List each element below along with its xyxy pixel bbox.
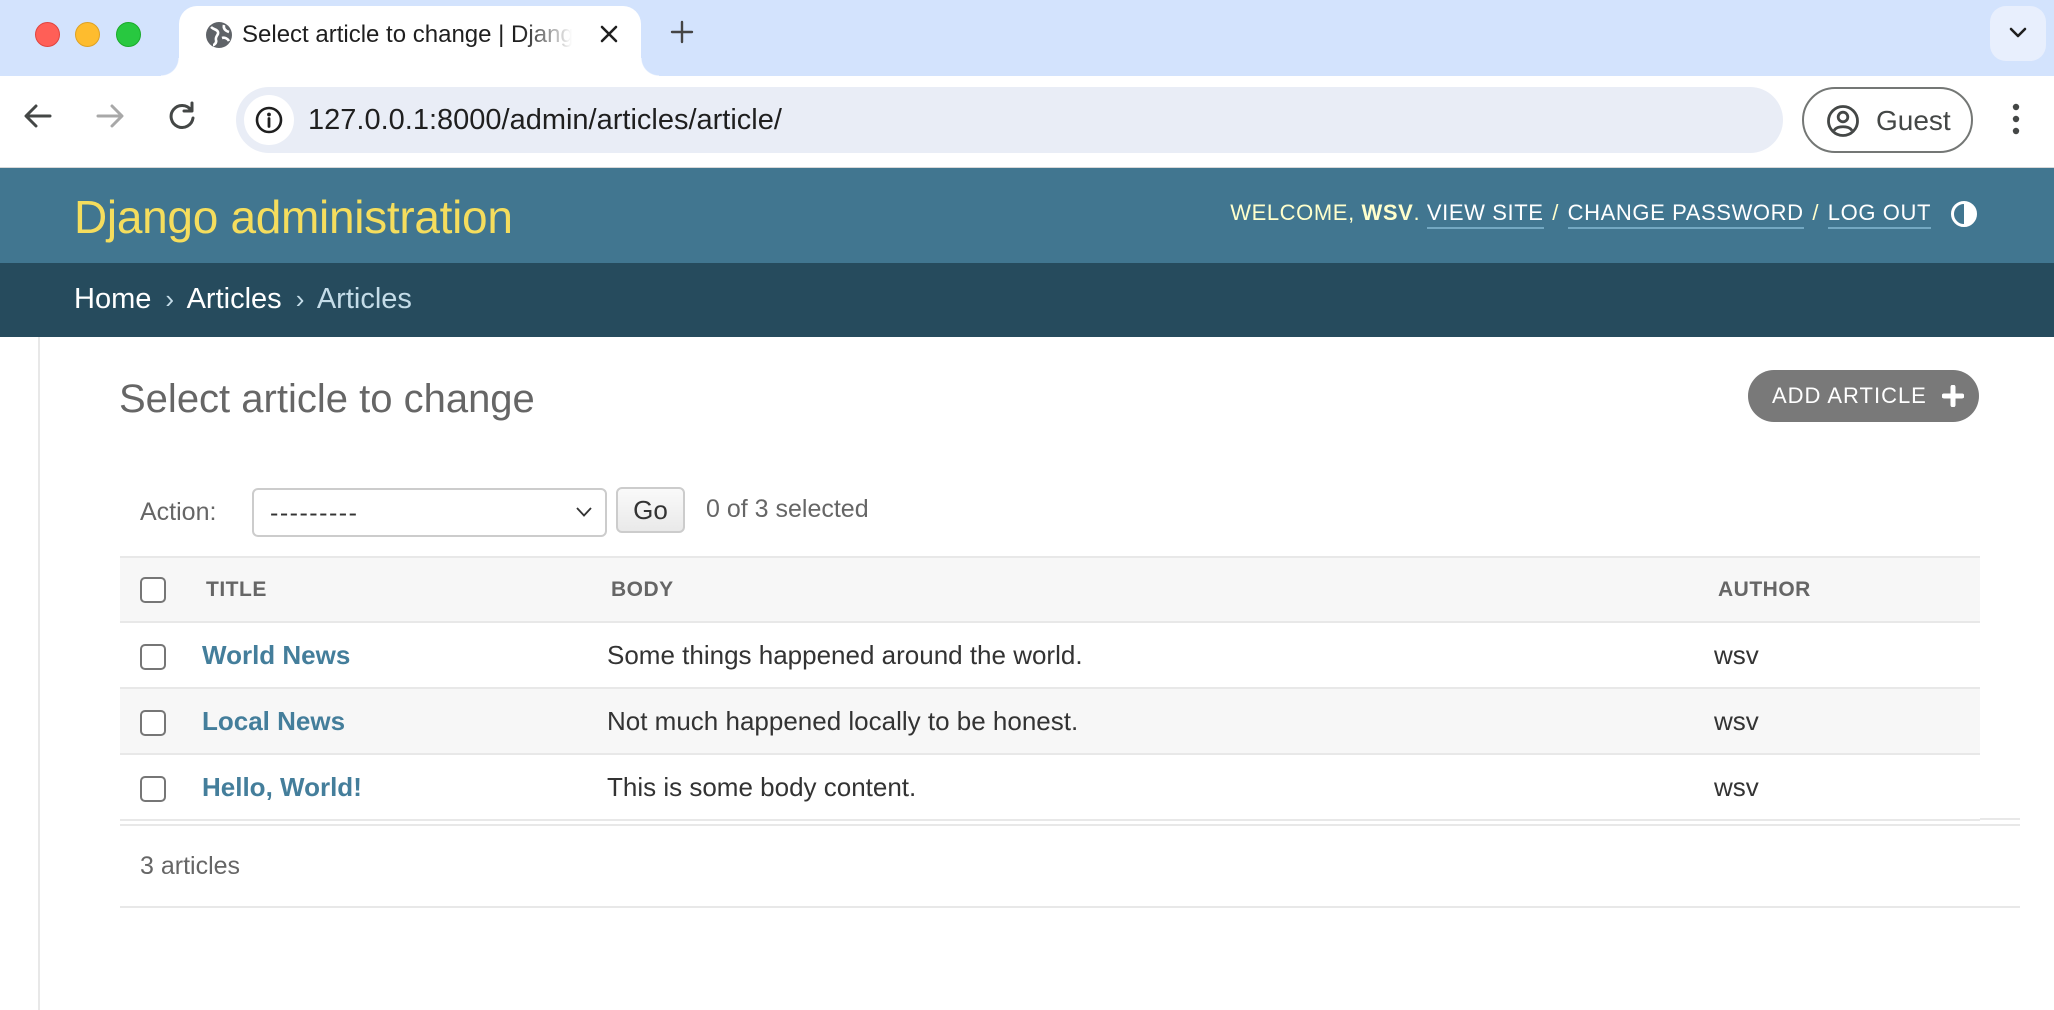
page-title: Select article to change xyxy=(119,377,535,421)
breadcrumb-app-articles[interactable]: Articles xyxy=(187,283,282,315)
browser-menu-button[interactable] xyxy=(2000,96,2032,146)
article-title-link[interactable]: World News xyxy=(202,640,350,670)
column-header-title[interactable]: Title xyxy=(202,556,607,623)
info-icon xyxy=(255,106,283,134)
kebab-menu-icon xyxy=(2012,103,2020,135)
article-author: wsv xyxy=(1714,622,1980,689)
breadcrumb-separator: › xyxy=(165,284,175,314)
separator: / xyxy=(1812,200,1820,225)
table-row: Local News Not much happened locally to … xyxy=(120,688,1980,755)
tab-search-button[interactable] xyxy=(1990,6,2046,61)
close-tab-button[interactable] xyxy=(593,18,625,50)
article-author: wsv xyxy=(1714,754,1980,821)
select-all-checkbox[interactable] xyxy=(140,576,166,603)
column-header-author[interactable]: Author xyxy=(1714,556,1980,623)
plus-icon xyxy=(670,20,694,44)
profile-button[interactable]: Guest xyxy=(1802,87,1973,153)
half-circle-contrast-icon xyxy=(1951,201,1977,227)
change-password-link[interactable]: Change password xyxy=(1567,200,1804,229)
username: wsv xyxy=(1361,200,1414,225)
forward-button[interactable] xyxy=(90,96,130,136)
table-divider xyxy=(1980,818,2020,820)
breadcrumb-current: Articles xyxy=(316,283,412,315)
user-tools: Welcome, wsv. View site / Change passwor… xyxy=(1230,200,1931,229)
breadcrumb-separator: › xyxy=(295,284,305,314)
result-count: 3 articles xyxy=(140,852,241,880)
article-body: Some things happened around the world. xyxy=(607,622,1714,689)
paginator: 3 articles xyxy=(120,824,2020,908)
back-button[interactable] xyxy=(18,96,58,136)
row-checkbox[interactable] xyxy=(140,709,166,736)
article-body: Not much happened locally to be honest. xyxy=(607,688,1714,755)
row-checkbox[interactable] xyxy=(140,643,166,670)
action-label: Action: xyxy=(140,498,217,526)
article-title-link[interactable]: Local News xyxy=(202,706,345,736)
plus-icon xyxy=(1942,385,1964,407)
globe-icon xyxy=(205,21,233,49)
sidebar-toggle-rail[interactable] xyxy=(38,337,40,1010)
article-author: wsv xyxy=(1714,688,1980,755)
reload-icon xyxy=(169,101,195,129)
browser-tab-active[interactable]: Select article to change | Django site a… xyxy=(161,6,659,76)
go-button[interactable]: Go xyxy=(616,487,685,533)
article-body: This is some body content. xyxy=(607,754,1714,821)
browser-tabstrip: Select article to change | Django site a… xyxy=(0,0,2054,76)
reload-button[interactable] xyxy=(162,96,202,136)
table-row: World News Some things happened around t… xyxy=(120,622,1980,689)
theme-toggle-button[interactable] xyxy=(1950,200,1978,228)
site-info-button[interactable] xyxy=(244,95,294,145)
selection-counter: 0 of 3 selected xyxy=(706,495,869,523)
breadcrumb: Home › Articles › Articles xyxy=(0,263,2054,337)
profile-label: Guest xyxy=(1876,105,1951,136)
user-circle-icon xyxy=(1827,105,1859,137)
admin-header: Django administration Welcome, wsv. View… xyxy=(0,168,2054,263)
action-select[interactable]: --------- xyxy=(252,488,607,537)
action-select-value: --------- xyxy=(270,499,359,527)
table-row: Hello, World! This is some body content.… xyxy=(120,754,1980,821)
results-table: Title Body Author World News Some things… xyxy=(120,556,2020,821)
new-tab-button[interactable] xyxy=(664,14,700,50)
view-site-link[interactable]: View site xyxy=(1426,200,1544,229)
column-header-body[interactable]: Body xyxy=(607,556,1714,623)
chevron-down-icon xyxy=(2009,27,2027,38)
add-article-label: Add article xyxy=(1772,383,1927,408)
add-article-button[interactable]: Add article xyxy=(1748,370,1979,422)
close-window-button[interactable] xyxy=(35,22,60,47)
article-title-link[interactable]: Hello, World! xyxy=(202,772,362,802)
breadcrumb-home[interactable]: Home xyxy=(74,283,151,315)
table-header-row: Title Body Author xyxy=(120,556,1980,623)
arrow-right-icon xyxy=(96,104,124,128)
address-bar[interactable]: 127.0.0.1:8000/admin/articles/article/ xyxy=(236,87,1783,153)
select-all-cell xyxy=(120,556,202,623)
log-out-link[interactable]: Log out xyxy=(1827,200,1931,229)
row-checkbox[interactable] xyxy=(140,775,166,802)
browser-toolbar: 127.0.0.1:8000/admin/articles/article/ G… xyxy=(0,76,2054,168)
minimize-window-button[interactable] xyxy=(75,22,100,47)
url-text[interactable]: 127.0.0.1:8000/admin/articles/article/ xyxy=(308,104,782,137)
welcome-text: Welcome, xyxy=(1230,200,1355,225)
chevron-down-icon xyxy=(576,507,592,517)
separator: / xyxy=(1552,200,1559,225)
site-branding[interactable]: Django administration xyxy=(74,190,513,244)
close-icon xyxy=(600,25,618,43)
tab-title: Select article to change | Django site a… xyxy=(242,21,572,48)
action-bar: Action: --------- Go 0 of 3 selected xyxy=(120,487,1980,537)
maximize-window-button[interactable] xyxy=(116,22,141,47)
arrow-left-icon xyxy=(24,104,52,128)
